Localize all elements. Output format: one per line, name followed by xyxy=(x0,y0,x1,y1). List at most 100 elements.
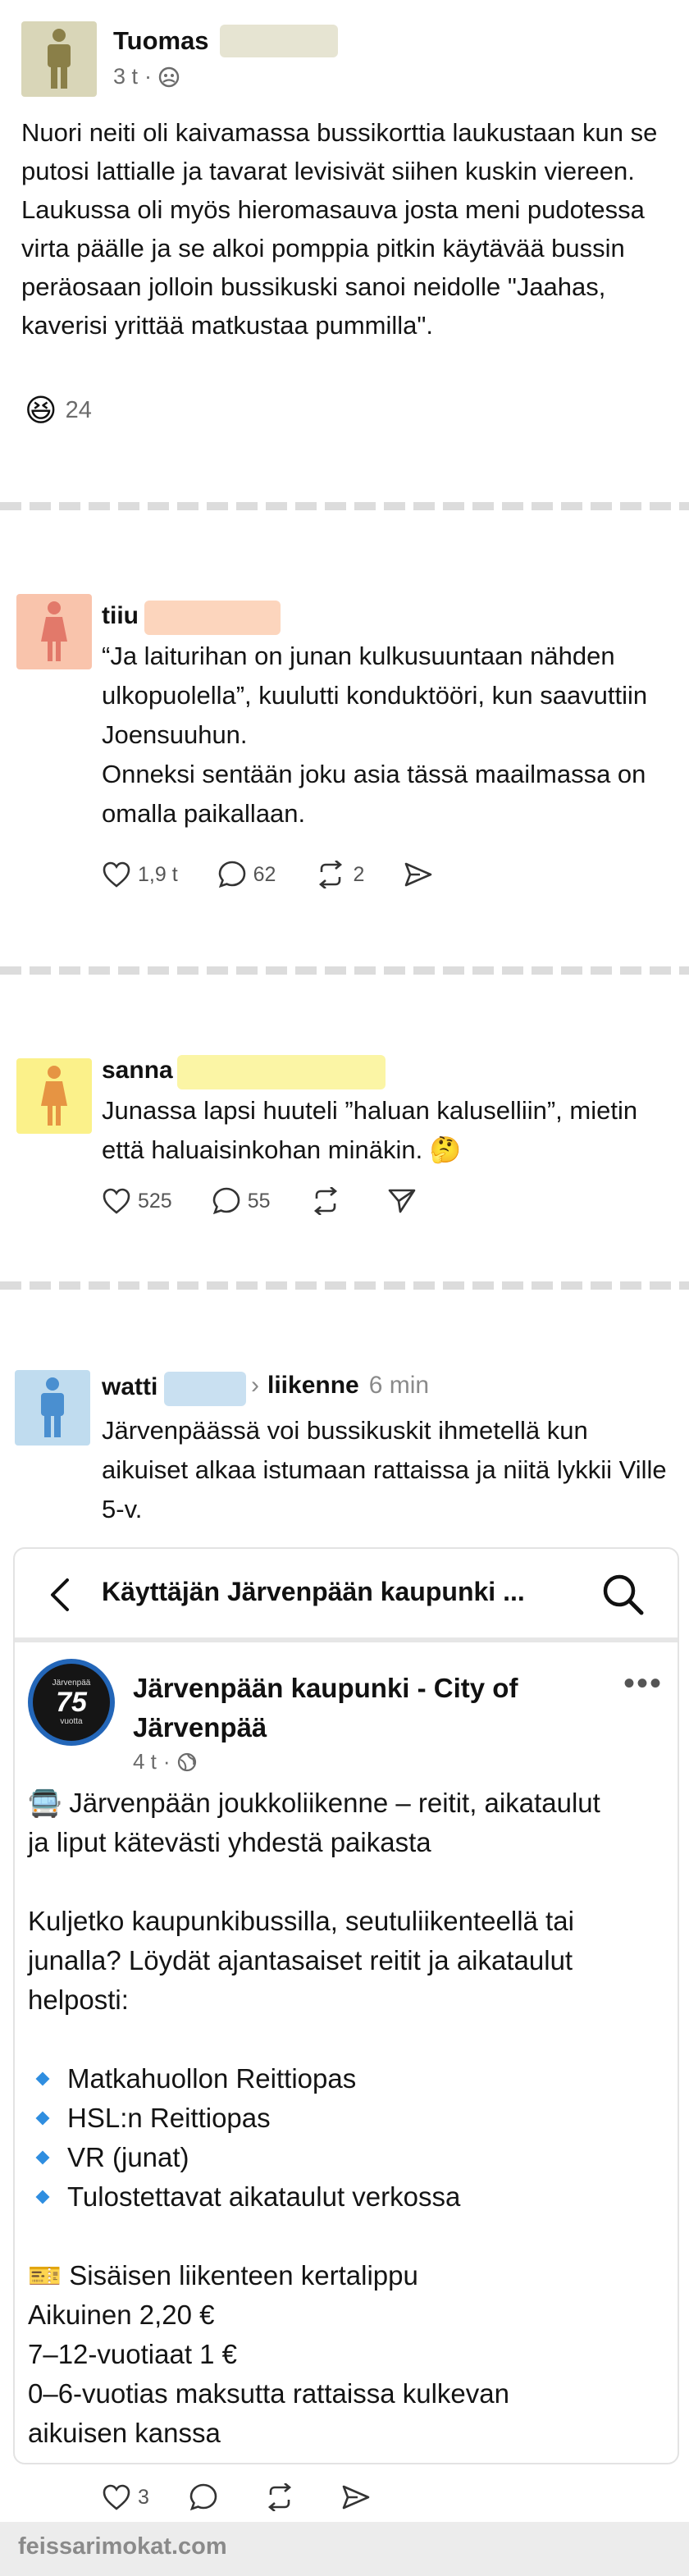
logo-number: 75 xyxy=(56,1687,87,1718)
bullet-item: HSL:n Reittiopas xyxy=(28,2099,668,2138)
reaction-summary[interactable]: 😆 24 xyxy=(25,392,92,429)
post-1: Tuomas 3 t · Nuori neiti oli kaivamassa … xyxy=(0,0,689,492)
send-icon xyxy=(388,1189,415,1213)
like-button[interactable]: 3 xyxy=(102,2483,149,2511)
share-button[interactable] xyxy=(387,1188,423,1214)
community-link[interactable]: › liikenne 6 min xyxy=(251,1372,429,1400)
author-name[interactable]: watti xyxy=(102,1373,157,1401)
text-line: Aikuinen 2,20 € xyxy=(28,2300,215,2330)
heart-icon xyxy=(103,2484,130,2510)
diamond-bullet-icon xyxy=(35,2190,50,2204)
avatar[interactable] xyxy=(16,594,92,669)
send-icon xyxy=(342,2485,370,2510)
divider xyxy=(0,1281,689,1290)
like-count: 3 xyxy=(138,2485,149,2509)
logo-bottom-text: vuotta xyxy=(60,1717,83,1726)
text-line xyxy=(28,2020,668,2059)
post-text: Junassa lapsi huuteli ”haluan kalusellii… xyxy=(102,1096,638,1164)
post-actions: 1,9 t 62 2 xyxy=(102,860,479,889)
repost-button[interactable]: 2 xyxy=(315,861,364,888)
post-time: 3 t xyxy=(113,64,139,89)
heart-icon xyxy=(103,861,130,888)
text-line: ja liput kätevästi yhdestä paikasta xyxy=(28,1827,431,1857)
text-line: aikuisen kanssa xyxy=(28,2418,221,2448)
share-button[interactable] xyxy=(404,861,440,888)
person-icon xyxy=(41,1066,67,1126)
text-line xyxy=(28,1862,668,1902)
text-line: 🚍 Järvenpään joukkoliikenne – reitit, ai… xyxy=(28,1788,600,1818)
post-actions: 3 xyxy=(102,2482,417,2512)
share-button[interactable] xyxy=(341,2484,377,2510)
comment-count: 62 xyxy=(253,862,276,886)
repost-button[interactable] xyxy=(264,2483,302,2511)
like-count: 525 xyxy=(138,1189,172,1213)
embed-header: Käyttäjän Järvenpään kaupunki ... xyxy=(15,1549,678,1642)
diamond-bullet-icon xyxy=(35,2111,50,2126)
comment-count: 55 xyxy=(247,1189,271,1213)
person-icon xyxy=(48,29,71,89)
page-post-text: 🚍 Järvenpään joukkoliikenne – reitit, ai… xyxy=(28,1784,668,2453)
meta-separator: · xyxy=(162,1749,171,1774)
diamond-bullet-icon xyxy=(35,2071,50,2086)
author-name[interactable]: tiiu xyxy=(102,602,139,630)
post-actions: 525 55 xyxy=(102,1186,463,1216)
author-name[interactable]: Tuomas xyxy=(113,26,209,56)
avatar[interactable] xyxy=(15,1370,90,1446)
person-icon xyxy=(41,1377,64,1437)
comment-icon xyxy=(212,1187,240,1215)
bullet-item: Matkahuollon Reittiopas xyxy=(28,2059,668,2099)
more-options-icon[interactable]: ••• xyxy=(623,1665,663,1702)
heart-icon xyxy=(103,1188,130,1214)
globe-icon xyxy=(177,1752,196,1771)
text-line: 0–6-vuotias maksutta rattaissa kulkevan xyxy=(28,2378,509,2409)
bullet-item: Tulostettavat aikataulut verkossa xyxy=(28,2177,668,2217)
community-name: liikenne xyxy=(267,1372,359,1399)
text-line: Kuljetko kaupunkibussilla, seutuliikente… xyxy=(28,1906,574,1936)
search-icon[interactable] xyxy=(600,1572,645,1616)
logo-top-text: Järvenpää xyxy=(52,1679,91,1688)
post-3: sanna Junassa lapsi huuteli ”haluan kalu… xyxy=(0,978,689,1281)
text-line: helposti: xyxy=(28,1985,129,2015)
friends-icon xyxy=(158,66,180,87)
comment-button[interactable] xyxy=(189,2482,225,2512)
chevron-right-icon: › xyxy=(251,1372,259,1399)
divider xyxy=(0,502,689,510)
watermark-text: feissarimokat.com xyxy=(18,2533,227,2560)
repost-icon xyxy=(313,1187,337,1215)
redacted-surname xyxy=(144,601,281,635)
post-meta: 3 t · xyxy=(113,64,180,89)
page-post-time: 4 t xyxy=(133,1749,157,1774)
divider xyxy=(0,966,689,975)
avatar[interactable] xyxy=(16,1058,92,1134)
comment-icon xyxy=(218,861,245,888)
redacted-surname xyxy=(177,1055,386,1089)
back-arrow-icon[interactable] xyxy=(48,1577,72,1613)
embedded-screenshot[interactable]: Käyttäjän Järvenpään kaupunki ... Järven… xyxy=(13,1547,679,2464)
post-2: tiiu “Ja laiturihan on junan kulkusuunta… xyxy=(0,514,689,973)
like-count: 1,9 t xyxy=(138,862,178,886)
page-name[interactable]: Järvenpään kaupunki - City of Järvenpää xyxy=(133,1669,592,1747)
embed-title: Käyttäjän Järvenpään kaupunki ... xyxy=(102,1577,525,1606)
repost-button[interactable] xyxy=(310,1187,348,1215)
avatar[interactable] xyxy=(21,21,97,97)
comment-button[interactable]: 55 xyxy=(212,1186,271,1216)
page-avatar[interactable]: Järvenpää 75 vuotta xyxy=(28,1659,115,1746)
reaction-count: 24 xyxy=(65,397,92,423)
comment-icon xyxy=(189,2483,217,2511)
repost-count: 2 xyxy=(353,862,365,886)
bullet-item: VR (junat) xyxy=(28,2138,668,2177)
diamond-bullet-icon xyxy=(35,2150,50,2165)
text-line: 7–12-vuotiaat 1 € xyxy=(28,2339,238,2369)
meta-separator: · xyxy=(144,64,153,89)
page-post-meta: 4 t · xyxy=(133,1749,197,1774)
like-button[interactable]: 525 xyxy=(102,1187,172,1215)
author-name[interactable]: sanna xyxy=(102,1057,173,1085)
repost-icon xyxy=(319,861,343,888)
post-text: Nuori neiti oli kaivamassa bussikorttia … xyxy=(21,118,658,340)
haha-reaction-icon: 😆 xyxy=(25,394,57,428)
post-time: 6 min xyxy=(368,1372,430,1399)
like-button[interactable]: 1,9 t xyxy=(102,861,178,888)
person-icon xyxy=(41,601,67,661)
comment-button[interactable]: 62 xyxy=(217,860,276,889)
